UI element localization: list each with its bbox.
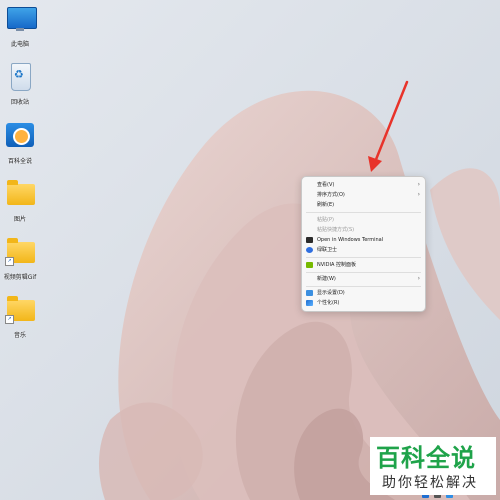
menu-item-open-terminal[interactable]: Open in Windows Terminal — [302, 235, 425, 245]
menu-item-security-app[interactable]: 绿联卫士 — [302, 245, 425, 255]
chevron-right-icon: › — [417, 275, 420, 282]
menu-item-refresh[interactable]: 刷新(E) — [302, 200, 425, 210]
folder-icon — [5, 180, 35, 208]
menu-separator — [306, 212, 421, 213]
menu-separator — [306, 286, 421, 287]
app-icon — [5, 122, 35, 150]
chevron-right-icon: › — [417, 181, 420, 188]
desktop-icon-label: 音乐 — [13, 332, 26, 339]
menu-item-nvidia-control-panel[interactable]: NVIDIA 控制面板 — [302, 260, 425, 270]
chevron-right-icon: › — [417, 191, 420, 198]
menu-separator — [306, 272, 421, 273]
recycle-bin-icon: ♻ — [5, 63, 35, 91]
nvidia-icon — [306, 262, 313, 268]
menu-item-sort-by[interactable]: 排序方式(O) › — [302, 190, 425, 200]
monitor-icon — [5, 5, 37, 33]
desktop-icon-label: 此电脑 — [10, 41, 29, 48]
desktop-icon-app[interactable]: 百科全说 — [1, 122, 39, 165]
desktop-icon-label: 百科全说 — [7, 158, 32, 165]
display-settings-icon — [306, 290, 313, 296]
desktop-icon-video-folder[interactable]: ↗ 视频剪辑Gif — [1, 238, 39, 281]
desktop-icon-music-folder[interactable]: ↗ 音乐 — [1, 296, 39, 339]
menu-item-personalize[interactable]: 个性化(R) — [302, 298, 425, 308]
menu-separator — [306, 257, 421, 258]
menu-item-new[interactable]: 新建(W) › — [302, 274, 425, 284]
desktop-icon-label: 回收站 — [10, 99, 29, 106]
desktop-icon-recycle-bin[interactable]: ♻ 回收站 — [1, 63, 39, 106]
shield-app-icon — [306, 247, 313, 253]
desktop-icon-label: 视频剪辑Gif — [3, 274, 37, 281]
desktop-icon-label: 图片 — [13, 216, 26, 223]
menu-item-paste: 粘贴(P) — [317, 217, 334, 223]
personalize-icon — [306, 300, 313, 306]
watermark-logo: 百科全说 助你轻松解决 — [370, 437, 496, 495]
desktop-icon-pictures-folder[interactable]: 图片 — [1, 180, 39, 223]
folder-shortcut-icon: ↗ — [5, 296, 35, 324]
watermark-subtitle: 助你轻松解决 — [382, 475, 478, 491]
menu-item-paste-shortcut: 粘贴快捷方式(S) — [317, 227, 355, 233]
menu-item-display-settings[interactable]: 显示设置(D) — [302, 288, 425, 298]
folder-shortcut-icon: ↗ — [5, 238, 35, 266]
menu-item-view[interactable]: 查看(V) › — [302, 180, 425, 190]
watermark-title: 百科全说 — [376, 444, 476, 472]
desktop-icon-this-pc[interactable]: 此电脑 — [1, 5, 39, 48]
desktop-context-menu: 查看(V) › 排序方式(O) › 刷新(E) 粘贴(P) 粘贴快捷方式(S) … — [301, 176, 426, 312]
terminal-icon — [306, 237, 313, 243]
